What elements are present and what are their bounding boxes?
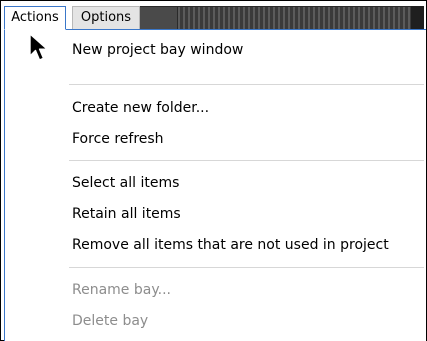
menu-item-rename-bay: Rename bay... bbox=[72, 282, 171, 298]
menu-item-new-project-bay-window[interactable]: New project bay window bbox=[72, 36, 243, 64]
tab-options[interactable]: Options bbox=[72, 6, 140, 30]
mouse-pointer-icon bbox=[29, 33, 48, 61]
menu-item-retain-all-items[interactable]: Retain all items bbox=[72, 200, 181, 228]
menu-item-remove-unused-items[interactable]: Remove all items that are not used in pr… bbox=[72, 231, 389, 259]
toolbar-strip-gap bbox=[140, 6, 177, 30]
menu-separator bbox=[69, 160, 424, 161]
actions-dropdown-menu: New project bay window Create new folder… bbox=[4, 29, 426, 341]
menu-item-select-all-items[interactable]: Select all items bbox=[72, 169, 179, 197]
menu-item-delete-bay: Delete bay bbox=[72, 313, 149, 329]
menu-separator bbox=[69, 84, 424, 85]
toolbar-strip bbox=[177, 6, 412, 30]
menu-item-force-refresh[interactable]: Force refresh bbox=[72, 125, 164, 153]
project-bay-window: Actions Options New project bay window C… bbox=[0, 0, 427, 341]
menu-item-create-new-folder[interactable]: Create new folder... bbox=[72, 94, 209, 122]
tab-actions[interactable]: Actions bbox=[4, 6, 66, 30]
menu-separator bbox=[69, 267, 424, 268]
